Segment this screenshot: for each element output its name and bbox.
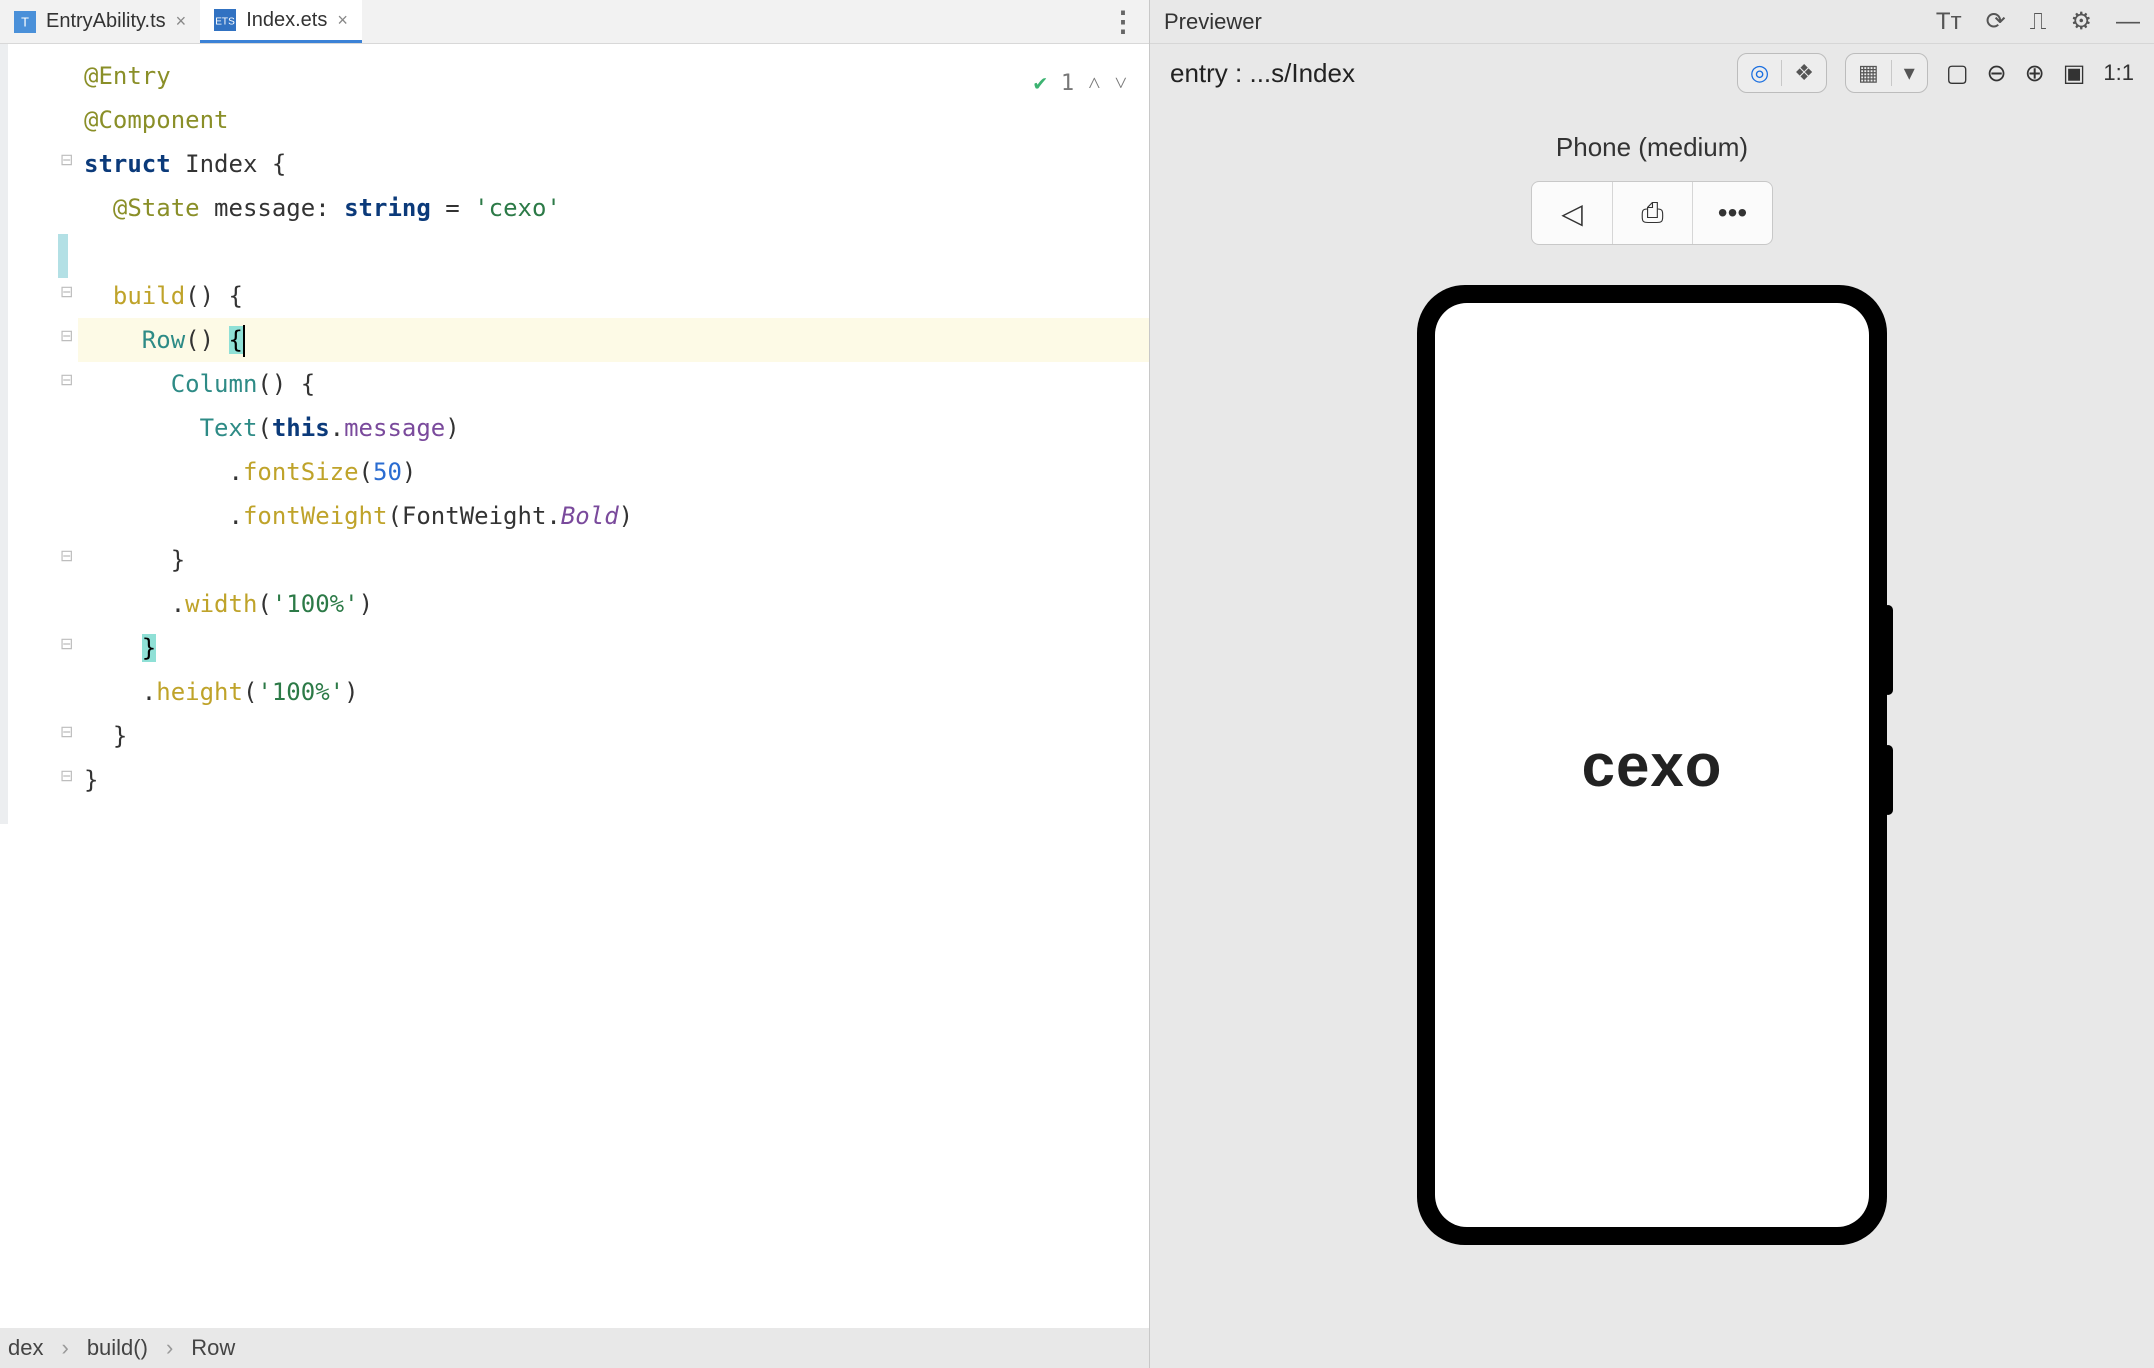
tab-overflow-icon[interactable]: ⋮	[1109, 5, 1137, 38]
code-line: @Component	[78, 98, 1149, 142]
svg-text:T: T	[21, 14, 29, 29]
entry-label: entry : ...s/Index	[1170, 58, 1355, 89]
hint-count: 1	[1061, 62, 1074, 106]
fold-icon[interactable]: ⊟	[60, 282, 78, 300]
gear-icon[interactable]: ⚙	[2070, 7, 2092, 36]
code-line: @Entry	[78, 54, 1149, 98]
bc-item[interactable]: dex	[8, 1335, 43, 1361]
fold-icon[interactable]: ⊟	[60, 634, 78, 652]
fold-icon[interactable]: ⊟	[60, 546, 78, 564]
previewer-tools: Tᴛ ⟳ ⎍ ⚙ —	[1936, 7, 2140, 36]
code-line: .fontWeight(FontWeight.Bold)	[78, 494, 1149, 538]
font-size-icon[interactable]: Tᴛ	[1936, 8, 1962, 36]
inspections-widget[interactable]: ✔ 1 ˄ ˅	[1034, 62, 1127, 106]
chevron-down-icon: ▾	[1892, 54, 1927, 92]
zoom-ratio: 1:1	[2103, 60, 2134, 86]
fit-icon[interactable]: ▣	[2063, 59, 2086, 88]
code-area[interactable]: ✔ 1 ˄ ˅ @Entry @Component struct Index {…	[78, 44, 1149, 1328]
previewer-title: Previewer	[1164, 9, 1262, 35]
code-line: .width('100%')	[78, 582, 1149, 626]
code-line: .fontSize(50)	[78, 450, 1149, 494]
svg-text:ETS: ETS	[215, 17, 235, 28]
code-line: Row() {	[78, 318, 1149, 362]
code-line: build() {	[78, 274, 1149, 318]
fold-icon[interactable]: ⊟	[60, 766, 78, 784]
refresh-icon[interactable]: ⟳	[1986, 7, 2006, 36]
previewer-canvas: Phone (medium) ◁ ⎙ ••• cexo	[1150, 102, 2154, 1368]
previewer-header: Previewer Tᴛ ⟳ ⎍ ⚙ —	[1150, 0, 2154, 44]
code-line: Text(this.message)	[78, 406, 1149, 450]
down-arrow-icon[interactable]: ˅	[1115, 62, 1127, 106]
tab-bar: T EntryAbility.ts × ETS Index.ets × ⋮	[0, 0, 1149, 44]
phone-side-button	[1883, 605, 1893, 695]
fold-icon[interactable]: ⊟	[60, 370, 78, 388]
code-line: }	[78, 714, 1149, 758]
previewer-subbar: entry : ...s/Index ◎ ❖ ▦ ▾ ▢ ⊖ ⊕ ▣ 1:1	[1150, 44, 2154, 102]
device-label: Phone (medium)	[1556, 132, 1748, 163]
gutter: ⊟ ⊟ ⊟ ⊟ ⊟ ⊟ ⊟ ⊟	[0, 44, 78, 1328]
inspect-mode-toggle: ◎ ❖	[1737, 53, 1827, 93]
back-icon[interactable]: ◁	[1532, 182, 1612, 244]
zoom-in-icon[interactable]: ⊕	[2025, 59, 2045, 88]
more-icon[interactable]: •••	[1692, 182, 1772, 244]
code-line: struct Index {	[78, 142, 1149, 186]
tab-index[interactable]: ETS Index.ets ×	[200, 0, 362, 43]
minimize-icon[interactable]: —	[2116, 8, 2140, 36]
tab-label: EntryAbility.ts	[46, 10, 166, 33]
phone-screen[interactable]: cexo	[1435, 303, 1869, 1227]
fold-icon[interactable]: ⊟	[60, 326, 78, 344]
inspect-icon[interactable]: ◎	[1738, 54, 1781, 92]
fold-icon[interactable]: ⊟	[60, 722, 78, 740]
phone-frame: cexo	[1417, 285, 1887, 1245]
tab-label: Index.ets	[246, 9, 327, 32]
bc-item[interactable]: build()	[87, 1335, 148, 1361]
bc-item[interactable]: Row	[191, 1335, 235, 1361]
screen-text: cexo	[1582, 731, 1723, 800]
code-line: }	[78, 538, 1149, 582]
up-arrow-icon[interactable]: ˄	[1088, 62, 1100, 106]
close-icon[interactable]: ×	[176, 11, 187, 32]
close-icon[interactable]: ×	[337, 10, 348, 31]
code-line: @State message: string = 'cexo'	[78, 186, 1149, 230]
zoom-out-icon[interactable]: ⊖	[1987, 59, 2007, 88]
code-line: }	[78, 758, 1149, 802]
text-cursor	[243, 325, 245, 357]
tab-entryability[interactable]: T EntryAbility.ts ×	[0, 0, 200, 43]
phone-side-button	[1883, 745, 1893, 815]
chevron-right-icon: ›	[61, 1335, 68, 1361]
ts-file-icon: T	[14, 11, 36, 33]
rotate-icon[interactable]: ⎙	[1612, 182, 1692, 244]
code-line: }	[78, 626, 1149, 670]
grid-icon: ▦	[1846, 54, 1891, 92]
breadcrumb[interactable]: dex › build() › Row	[0, 1328, 1149, 1368]
plug-icon[interactable]: ⎍	[2030, 8, 2047, 36]
code-line	[78, 230, 1149, 274]
fold-icon[interactable]: ⊟	[60, 150, 78, 168]
ets-file-icon: ETS	[214, 9, 236, 31]
layers-icon[interactable]: ❖	[1782, 54, 1826, 92]
previewer-panel: Previewer Tᴛ ⟳ ⎍ ⚙ — entry : ...s/Index …	[1150, 0, 2154, 1368]
editor-panel: T EntryAbility.ts × ETS Index.ets × ⋮ ⊟ …	[0, 0, 1150, 1368]
code-line: .height('100%')	[78, 670, 1149, 714]
editor-body: ⊟ ⊟ ⊟ ⊟ ⊟ ⊟ ⊟ ⊟ ✔ 1 ˄ ˅ @Entry @Componen…	[0, 44, 1149, 1328]
code-line: Column() {	[78, 362, 1149, 406]
check-icon: ✔	[1034, 62, 1047, 106]
device-dropdown[interactable]: ▦ ▾	[1845, 53, 1928, 93]
crop-icon[interactable]: ▢	[1946, 59, 1969, 88]
device-controls: ◁ ⎙ •••	[1531, 181, 1773, 245]
chevron-right-icon: ›	[166, 1335, 173, 1361]
